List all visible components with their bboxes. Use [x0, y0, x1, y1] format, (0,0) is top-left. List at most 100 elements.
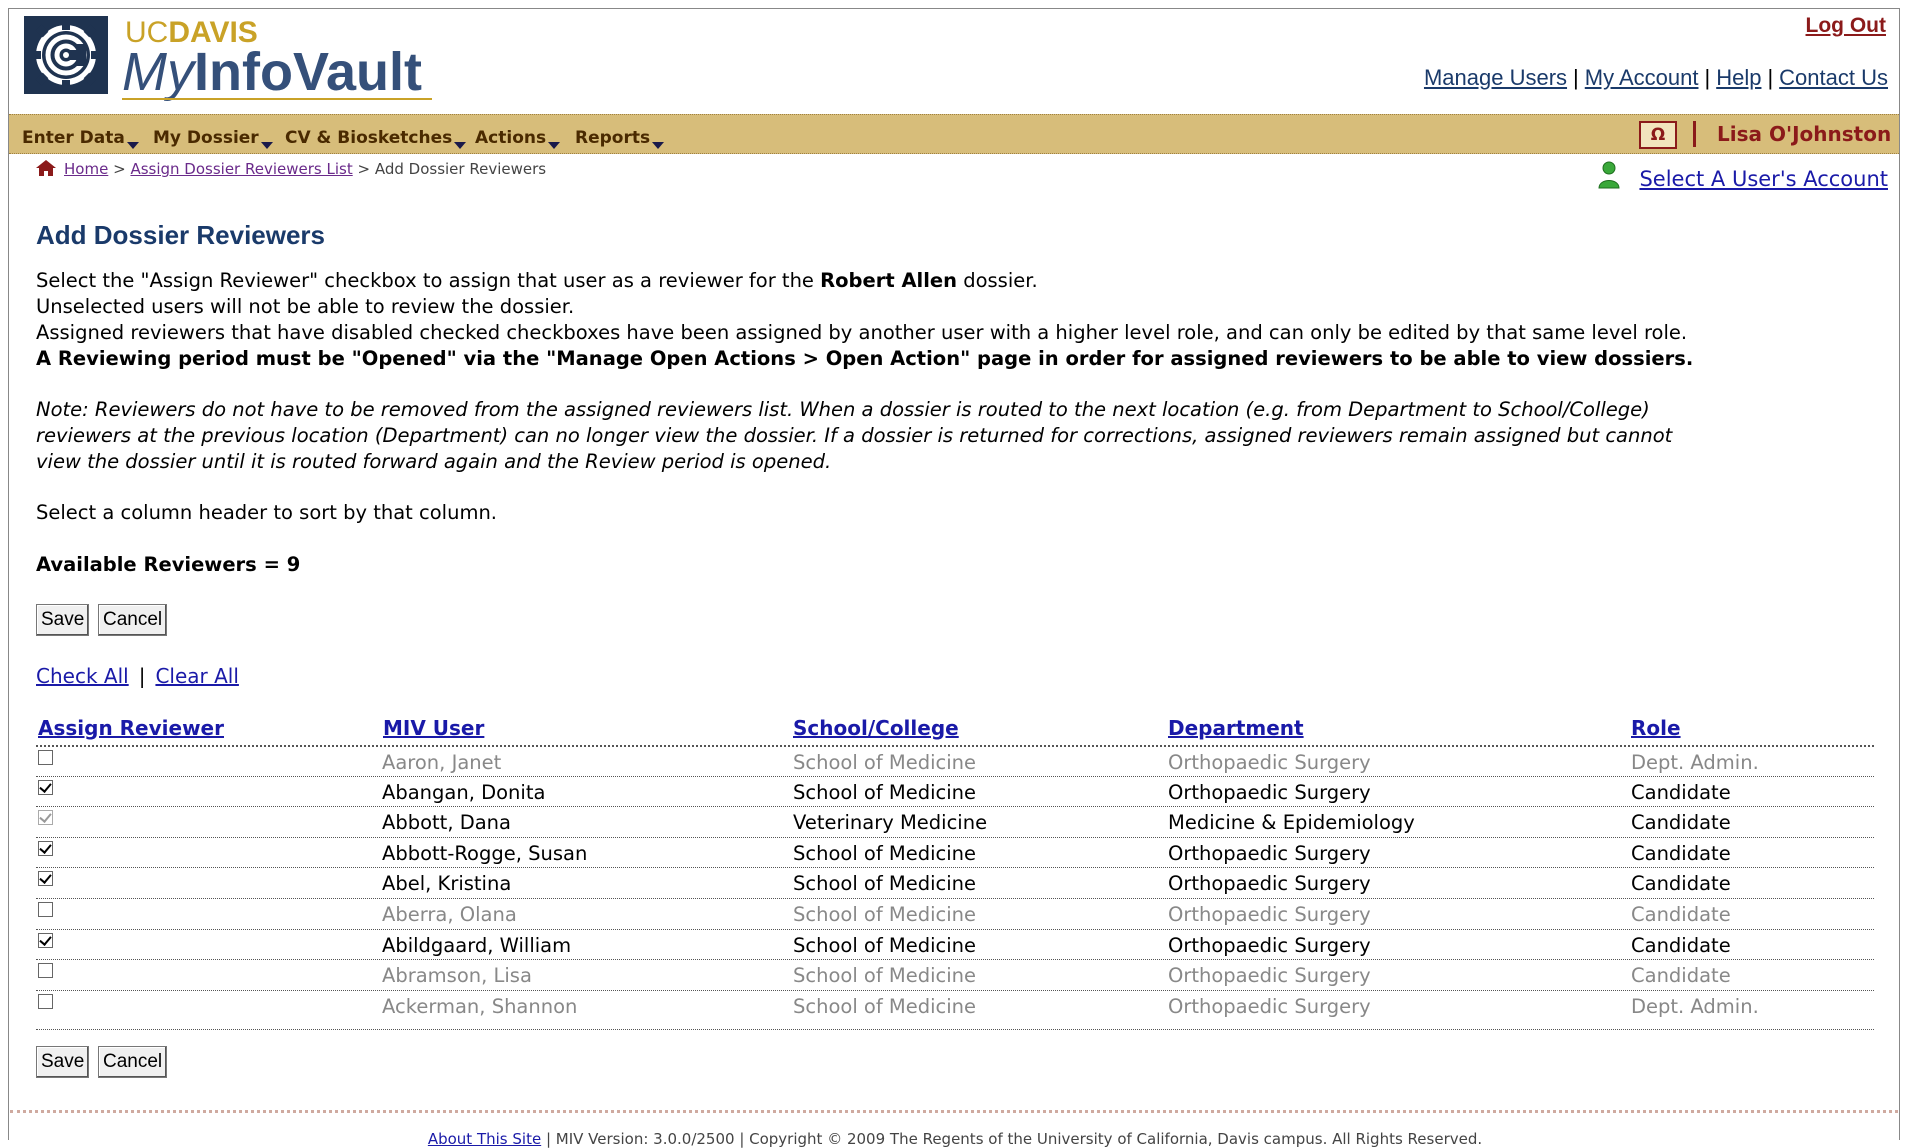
- role-cell: Candidate: [1631, 811, 1731, 835]
- myinfovault-logo-icon: [24, 16, 108, 94]
- home-icon[interactable]: [36, 160, 56, 176]
- column-header-school-college[interactable]: School/College: [793, 716, 959, 740]
- role-cell: Dept. Admin.: [1631, 751, 1759, 774]
- department-cell: Medicine & Epidemiology: [1168, 811, 1415, 835]
- breadcrumb: Home > Assign Dossier Reviewers List > A…: [36, 160, 546, 178]
- top-links: Manage Users | My Account | Help | Contact Us: [1423, 65, 1888, 90]
- menu-my-dossier[interactable]: My Dossier: [153, 128, 273, 149]
- chevron-down-icon: [454, 142, 467, 149]
- footer: About This Site | MIV Version: 3.0.0/250…: [427, 1130, 1483, 1148]
- assign-reviewer-checkbox[interactable]: [38, 902, 53, 917]
- department-cell: Orthopaedic Surgery: [1168, 933, 1371, 957]
- dossier-owner-name: Robert Allen: [820, 269, 958, 292]
- table-row: Abbott-Rogge, Susan School of Medicine Ort…: [36, 836, 1874, 868]
- breadcrumb-current: Add Dossier Reviewers: [374, 160, 547, 178]
- select-user-account-link[interactable]: Select A User's Account: [1639, 167, 1888, 191]
- check-all-link[interactable]: Check All: [36, 664, 129, 688]
- miv-user-cell: Abramson, Lisa: [382, 964, 532, 988]
- special-characters-button[interactable]: Ω: [1639, 121, 1677, 149]
- breadcrumb-reviewers-list-link[interactable]: Assign Dossier Reviewers List: [130, 160, 352, 178]
- table-row: Abildgaard, William School of Medicine Ort…: [36, 928, 1874, 960]
- school-college-cell: School of Medicine: [793, 903, 977, 926]
- school-college-cell: School of Medicine: [793, 780, 977, 804]
- about-site-link[interactable]: About This Site: [428, 1130, 541, 1148]
- department-cell: Orthopaedic Surgery: [1168, 780, 1371, 804]
- department-cell: Orthopaedic Surgery: [1168, 751, 1371, 774]
- role-cell: Candidate: [1631, 933, 1731, 957]
- role-cell: Candidate: [1631, 780, 1731, 804]
- table-row: Aaron, Janet School of Medicine Orthopaedi…: [36, 745, 1874, 777]
- column-header-miv-user[interactable]: MIV User: [383, 716, 484, 740]
- note-line-3: view the dossier until it is routed forw…: [36, 450, 832, 473]
- table-bottom-border: [36, 1029, 1874, 1030]
- table-row: Ackerman, Shannon School of Medicine Ortho…: [36, 989, 1874, 1021]
- role-cell: Candidate: [1631, 872, 1731, 896]
- footer-divider: [10, 1110, 1898, 1113]
- role-cell: Candidate: [1631, 903, 1731, 926]
- role-cell: Candidate: [1631, 841, 1731, 865]
- help-link[interactable]: Help: [1716, 65, 1761, 90]
- table-row: Abramson, Lisa School of Medicine Orthopae…: [36, 959, 1874, 990]
- contact-us-link[interactable]: Contact Us: [1779, 65, 1888, 90]
- menu-cv-biosketches[interactable]: CV & Biosketches: [285, 128, 467, 149]
- assign-reviewer-checkbox[interactable]: [38, 840, 53, 856]
- assign-reviewer-checkbox[interactable]: [38, 871, 53, 887]
- chevron-down-icon: [260, 142, 273, 149]
- menu-enter-data[interactable]: Enter Data: [22, 128, 139, 149]
- save-button-bottom[interactable]: Save: [36, 1046, 90, 1078]
- instruction-line-1: Select the "Assign Reviewer" checkbox to…: [36, 269, 1038, 292]
- check-links: Check All | Clear All: [36, 664, 239, 688]
- cancel-button-top[interactable]: Cancel: [98, 604, 168, 636]
- menu-reports[interactable]: Reports: [575, 128, 665, 149]
- column-header-department[interactable]: Department: [1168, 716, 1304, 740]
- school-college-cell: School of Medicine: [793, 994, 977, 1018]
- miv-user-cell: Abbott-Rogge, Susan: [382, 841, 588, 865]
- instruction-line-2: Unselected users will not be able to rev…: [36, 295, 575, 318]
- chevron-down-icon: [548, 142, 561, 149]
- cancel-button-bottom[interactable]: Cancel: [98, 1046, 168, 1078]
- table-row: Aberra, Olana School of Medicine Orthopaed…: [36, 898, 1874, 929]
- chevron-down-icon: [652, 142, 665, 149]
- role-cell: Dept. Admin.: [1631, 994, 1759, 1018]
- myinfovault-wordmark[interactable]: MyInfoVault: [122, 45, 422, 99]
- school-college-cell: School of Medicine: [793, 964, 977, 988]
- school-college-cell: School of Medicine: [793, 872, 977, 896]
- miv-user-cell: Abel, Kristina: [382, 872, 512, 896]
- note-line-1: Note: Reviewers do not have to be remove…: [36, 398, 1650, 421]
- miv-user-cell: Abildgaard, William: [382, 933, 572, 957]
- assign-reviewer-checkbox[interactable]: [38, 750, 53, 765]
- department-cell: Orthopaedic Surgery: [1168, 903, 1371, 926]
- page-title: Add Dossier Reviewers: [36, 220, 326, 250]
- manage-users-link[interactable]: Manage Users: [1424, 65, 1567, 90]
- miv-user-cell: Abangan, Donita: [382, 780, 546, 804]
- assign-reviewer-checkbox[interactable]: [38, 779, 53, 795]
- clear-all-link[interactable]: Clear All: [155, 664, 238, 688]
- column-header-role[interactable]: Role: [1631, 716, 1681, 740]
- chevron-down-icon: [126, 142, 139, 149]
- table-row: Abel, Kristina School of Medicine Orthopae…: [36, 867, 1874, 898]
- school-college-cell: School of Medicine: [793, 751, 977, 774]
- school-college-cell: School of Medicine: [793, 841, 977, 865]
- assign-reviewer-checkbox[interactable]: [38, 993, 53, 1009]
- logo-underline: [122, 98, 432, 100]
- my-account-link[interactable]: My Account: [1585, 65, 1699, 90]
- department-cell: Orthopaedic Surgery: [1168, 964, 1371, 988]
- sort-hint: Select a column header to sort by that c…: [36, 501, 498, 524]
- available-reviewers-count: Available Reviewers = 9: [36, 553, 301, 576]
- table-row: Abbott, Dana Veterinary Medicine Medicine …: [36, 806, 1874, 837]
- miv-user-cell: Abbott, Dana: [382, 811, 511, 835]
- instruction-line-4: A Reviewing period must be "Opened" via …: [36, 347, 1694, 370]
- department-cell: Orthopaedic Surgery: [1168, 872, 1371, 896]
- assign-reviewer-checkbox[interactable]: [38, 932, 53, 948]
- school-college-cell: School of Medicine: [793, 933, 977, 957]
- column-header-assign-reviewer[interactable]: Assign Reviewer: [38, 716, 224, 740]
- school-college-cell: Veterinary Medicine: [793, 811, 988, 835]
- logout-link[interactable]: Log Out: [1806, 14, 1886, 38]
- save-button-top[interactable]: Save: [36, 604, 90, 636]
- assign-reviewer-checkbox[interactable]: [38, 963, 53, 979]
- instruction-line-3: Assigned reviewers that have disabled ch…: [36, 321, 1688, 344]
- menu-actions[interactable]: Actions: [475, 128, 561, 149]
- assign-reviewer-checkbox: [38, 810, 53, 826]
- breadcrumb-home-link[interactable]: Home: [64, 160, 108, 178]
- department-cell: Orthopaedic Surgery: [1168, 994, 1371, 1018]
